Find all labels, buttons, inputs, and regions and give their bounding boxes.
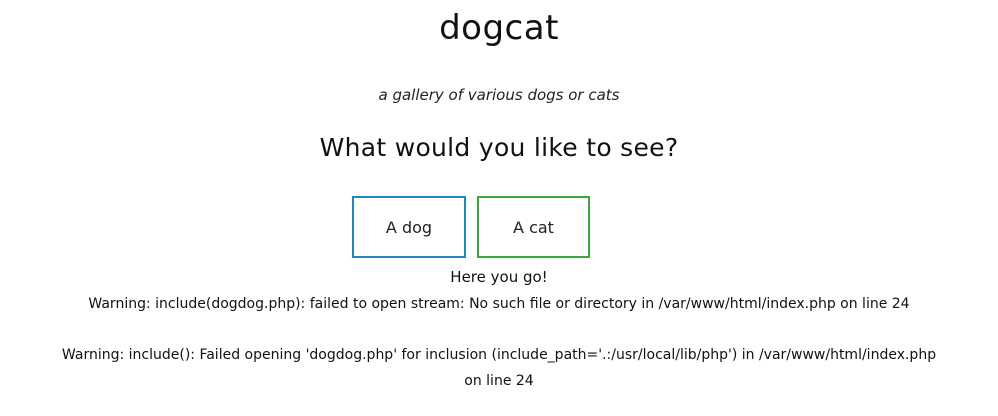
cat-button[interactable]: A cat bbox=[477, 196, 590, 258]
page: dogcat a gallery of various dogs or cats… bbox=[0, 0, 998, 416]
dog-button[interactable]: A dog bbox=[352, 196, 466, 258]
question-heading: What would you like to see? bbox=[319, 133, 679, 162]
page-subtitle: a gallery of various dogs or cats bbox=[378, 86, 620, 104]
php-warning-inclusion: Warning: include(): Failed opening 'dogd… bbox=[61, 347, 937, 363]
result-text: Here you go! bbox=[450, 268, 548, 286]
page-title: dogcat bbox=[439, 8, 559, 48]
php-warning-inclusion-line: on line 24 bbox=[464, 373, 534, 389]
php-warning-include: Warning: include(dogdog.php): failed to … bbox=[88, 296, 910, 312]
